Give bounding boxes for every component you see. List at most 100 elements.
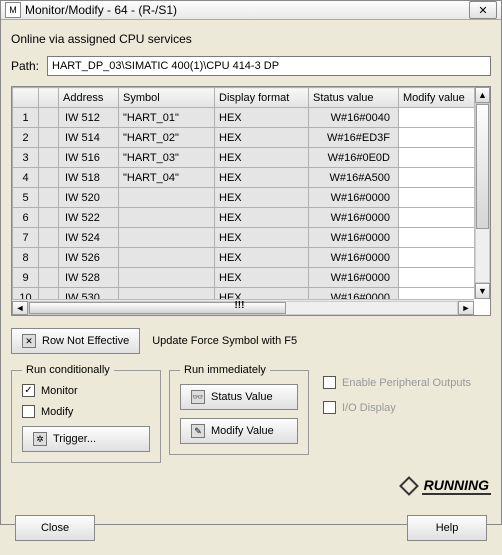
row-icon-cell[interactable] xyxy=(39,288,59,300)
row-number[interactable]: 2 xyxy=(13,128,39,148)
row-number[interactable]: 4 xyxy=(13,168,39,188)
cell-status-value[interactable]: W#16#0000 xyxy=(309,288,399,300)
cell-display-format[interactable]: HEX xyxy=(215,148,309,168)
col-header-modify-value[interactable]: Modify value xyxy=(399,88,475,108)
cell-modify-value[interactable] xyxy=(399,288,475,300)
cell-display-format[interactable]: HEX xyxy=(215,228,309,248)
row-number[interactable]: 10 xyxy=(13,288,39,300)
status-value-button[interactable]: 👓 Status Value xyxy=(180,384,298,410)
row-number[interactable]: 9 xyxy=(13,268,39,288)
col-header-status-value[interactable]: Status value xyxy=(309,88,399,108)
scroll-up-icon[interactable]: ▲ xyxy=(475,87,490,103)
cell-address[interactable]: IW 520 xyxy=(59,188,119,208)
cell-modify-value[interactable] xyxy=(399,208,475,228)
cell-status-value[interactable]: W#16#0000 xyxy=(309,188,399,208)
cell-symbol[interactable]: "HART_04" xyxy=(119,168,215,188)
cell-status-value[interactable]: W#16#A500 xyxy=(309,168,399,188)
row-number[interactable]: 5 xyxy=(13,188,39,208)
cell-address[interactable]: IW 530 xyxy=(59,288,119,300)
row-number[interactable]: 6 xyxy=(13,208,39,228)
cell-symbol[interactable] xyxy=(119,208,215,228)
cell-address[interactable]: IW 514 xyxy=(59,128,119,148)
cell-address[interactable]: IW 518 xyxy=(59,168,119,188)
row-number[interactable]: 1 xyxy=(13,108,39,128)
cell-symbol[interactable]: "HART_02" xyxy=(119,128,215,148)
cell-modify-value[interactable] xyxy=(399,188,475,208)
row-number[interactable]: 3 xyxy=(13,148,39,168)
table-row[interactable]: 1IW 512"HART_01"HEXW#16#0040 xyxy=(13,108,475,128)
close-button[interactable]: Close xyxy=(15,515,95,541)
cell-display-format[interactable]: HEX xyxy=(215,288,309,300)
row-not-effective-button[interactable]: ✕ Row Not Effective xyxy=(11,328,140,354)
cell-modify-value[interactable] xyxy=(399,128,475,148)
modify-value-button[interactable]: ✎ Modify Value xyxy=(180,418,298,444)
cell-status-value[interactable]: W#16#0000 xyxy=(309,248,399,268)
table-row[interactable]: 5 IW 520 HEXW#16#0000 xyxy=(13,188,475,208)
table-row[interactable]: 7 IW 524 HEXW#16#0000 xyxy=(13,228,475,248)
row-icon-cell[interactable] xyxy=(39,168,59,188)
cell-display-format[interactable]: HEX xyxy=(215,268,309,288)
col-header-symbol[interactable]: Symbol xyxy=(119,88,215,108)
cell-status-value[interactable]: W#16#0000 xyxy=(309,268,399,288)
cell-display-format[interactable]: HEX xyxy=(215,168,309,188)
cell-symbol[interactable]: "HART_03" xyxy=(119,148,215,168)
row-icon-cell[interactable] xyxy=(39,108,59,128)
cell-status-value[interactable]: W#16#0000 xyxy=(309,208,399,228)
row-icon-cell[interactable] xyxy=(39,148,59,168)
row-icon-cell[interactable] xyxy=(39,248,59,268)
scroll-right-icon[interactable]: ► xyxy=(458,301,474,315)
row-number[interactable]: 8 xyxy=(13,248,39,268)
row-icon-cell[interactable] xyxy=(39,188,59,208)
table-row[interactable]: 6 IW 522 HEXW#16#0000 xyxy=(13,208,475,228)
col-header-display-format[interactable]: Display format xyxy=(215,88,309,108)
row-icon-cell[interactable] xyxy=(39,208,59,228)
modify-checkbox[interactable]: Modify xyxy=(22,405,150,418)
trigger-button[interactable]: ✲ Trigger... xyxy=(22,426,150,452)
cell-modify-value[interactable] xyxy=(399,268,475,288)
horizontal-scrollbar[interactable]: ◄ !!! ► xyxy=(12,299,474,315)
cell-symbol[interactable]: "HART_01" xyxy=(119,108,215,128)
cell-modify-value[interactable] xyxy=(399,248,475,268)
cell-symbol[interactable] xyxy=(119,228,215,248)
cell-status-value[interactable]: W#16#0000 xyxy=(309,228,399,248)
table-row[interactable]: 2IW 514"HART_02"HEXW#16#ED3F xyxy=(13,128,475,148)
cell-display-format[interactable]: HEX xyxy=(215,208,309,228)
table-row[interactable]: 3IW 516"HART_03"HEXW#16#0E0D xyxy=(13,148,475,168)
cell-modify-value[interactable] xyxy=(399,168,475,188)
cell-status-value[interactable]: W#16#0E0D xyxy=(309,148,399,168)
monitor-checkbox[interactable]: Monitor xyxy=(22,384,150,397)
cell-modify-value[interactable] xyxy=(399,108,475,128)
col-header-icon[interactable] xyxy=(39,88,59,108)
cell-address[interactable]: IW 524 xyxy=(59,228,119,248)
vscroll-thumb[interactable] xyxy=(476,104,489,229)
row-icon-cell[interactable] xyxy=(39,228,59,248)
cell-symbol[interactable] xyxy=(119,188,215,208)
cell-address[interactable]: IW 528 xyxy=(59,268,119,288)
cell-modify-value[interactable] xyxy=(399,228,475,248)
help-button[interactable]: Help xyxy=(407,515,487,541)
cell-display-format[interactable]: HEX xyxy=(215,108,309,128)
cell-address[interactable]: IW 522 xyxy=(59,208,119,228)
close-icon[interactable]: ✕ xyxy=(469,1,497,19)
row-icon-cell[interactable] xyxy=(39,268,59,288)
row-number[interactable]: 7 xyxy=(13,228,39,248)
path-input[interactable] xyxy=(47,56,491,76)
table-row[interactable]: 4 IW 518"HART_04"HEXW#16#A500 xyxy=(13,168,475,188)
col-header-num[interactable] xyxy=(13,88,39,108)
cell-symbol[interactable] xyxy=(119,268,215,288)
scroll-down-icon[interactable]: ▼ xyxy=(475,283,490,299)
cell-symbol[interactable] xyxy=(119,248,215,268)
cell-address[interactable]: IW 526 xyxy=(59,248,119,268)
cell-modify-value[interactable] xyxy=(399,148,475,168)
cell-display-format[interactable]: HEX xyxy=(215,248,309,268)
cell-display-format[interactable]: HEX xyxy=(215,128,309,148)
table-row[interactable]: 10 IW 530 HEXW#16#0000 xyxy=(13,288,475,300)
table-row[interactable]: 9 IW 528 HEXW#16#0000 xyxy=(13,268,475,288)
table-row[interactable]: 8 IW 526 HEXW#16#0000 xyxy=(13,248,475,268)
row-icon-cell[interactable] xyxy=(39,128,59,148)
vertical-scrollbar[interactable]: ▲ ▼ xyxy=(474,87,490,299)
hscroll-thumb[interactable] xyxy=(29,302,286,314)
cell-display-format[interactable]: HEX xyxy=(215,188,309,208)
cell-address[interactable]: IW 512 xyxy=(59,108,119,128)
scroll-left-icon[interactable]: ◄ xyxy=(12,301,28,315)
